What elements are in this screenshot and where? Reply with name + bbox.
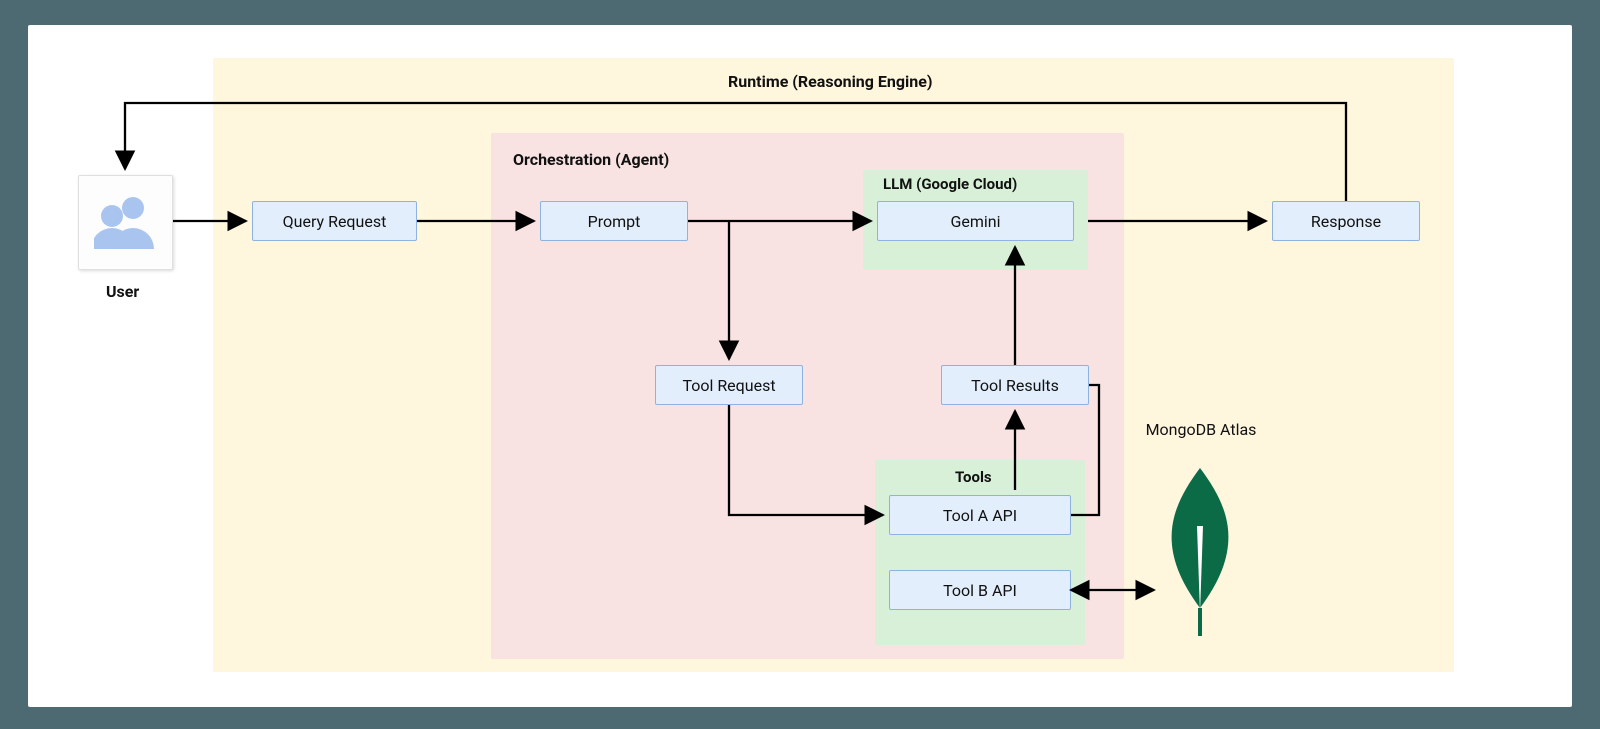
diagram-card: Runtime (Reasoning Engine) Orchestration… — [28, 25, 1572, 707]
arrow-toolrequest-to-toola — [729, 405, 883, 515]
arrows-layer — [28, 25, 1572, 707]
arrow-response-to-user — [125, 103, 1346, 201]
diagram-stage: Runtime (Reasoning Engine) Orchestration… — [28, 25, 1572, 707]
arrow-toola-to-toolresults — [1071, 385, 1099, 515]
